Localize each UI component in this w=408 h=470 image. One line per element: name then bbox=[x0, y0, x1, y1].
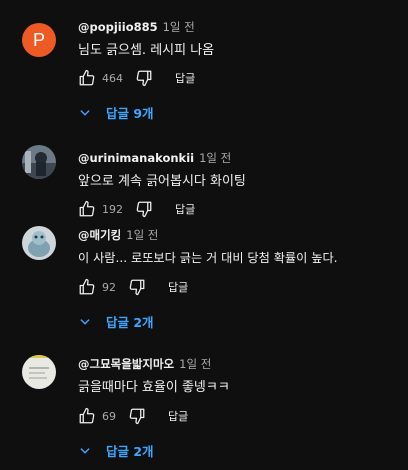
replies-count-label: 답글 9개 bbox=[106, 106, 154, 121]
thumbs-up-icon bbox=[78, 407, 96, 425]
thumbs-up-icon bbox=[78, 200, 96, 218]
comment-text: 님도 긁으셈. 레시피 나옴 bbox=[78, 43, 215, 58]
like-count: 464 bbox=[102, 71, 123, 85]
chevron-down-icon bbox=[78, 444, 92, 458]
comment-header: @urinimanakonkii 1일 전 bbox=[78, 150, 231, 166]
comment-actions: 464 답글 bbox=[78, 66, 195, 90]
comment-header: @그묘목을밟지마오 1일 전 bbox=[78, 356, 211, 372]
comment-text: 앞으로 계속 긁어봅시다 화이팅 bbox=[78, 174, 246, 189]
replies-count-label: 답글 2개 bbox=[106, 444, 154, 459]
view-replies-button[interactable]: 답글 2개 bbox=[78, 441, 154, 460]
like-count: 69 bbox=[102, 409, 116, 423]
thumbs-down-icon bbox=[128, 407, 146, 425]
like-count: 92 bbox=[102, 280, 116, 294]
timestamp[interactable]: 1일 전 bbox=[199, 151, 231, 165]
author-name[interactable]: @매기킹 bbox=[78, 228, 121, 242]
like-button[interactable]: 69 bbox=[78, 407, 116, 425]
like-count: 192 bbox=[102, 202, 123, 216]
dislike-button[interactable] bbox=[135, 69, 153, 87]
thumbs-up-icon bbox=[78, 69, 96, 87]
reply-button[interactable]: 답글 bbox=[175, 201, 195, 217]
view-replies-button[interactable]: 답글 9개 bbox=[78, 103, 154, 122]
chevron-down-icon bbox=[78, 315, 92, 329]
avatar[interactable] bbox=[22, 355, 56, 389]
comment-header: @popjiio885 1일 전 bbox=[78, 19, 195, 35]
dislike-button[interactable] bbox=[128, 407, 146, 425]
chevron-down-icon bbox=[78, 106, 92, 120]
timestamp[interactable]: 1일 전 bbox=[179, 357, 211, 371]
comment-actions: 92 답글 bbox=[78, 275, 188, 299]
comment-actions: 192 답글 bbox=[78, 197, 195, 221]
comment-text: 이 사람... 로또보다 긁는 거 대비 당첨 확률이 높다. bbox=[78, 251, 338, 265]
comment-text: 긁을때마다 효율이 좋넹ㅋㅋ bbox=[78, 380, 230, 395]
author-name[interactable]: @popjiio885 bbox=[78, 20, 158, 34]
thumbs-down-icon bbox=[128, 278, 146, 296]
avatar[interactable]: P bbox=[22, 23, 56, 57]
comment-header: @매기킹 1일 전 bbox=[78, 227, 158, 243]
reply-button[interactable]: 답글 bbox=[168, 279, 188, 295]
replies-count-label: 답글 2개 bbox=[106, 315, 154, 330]
dislike-button[interactable] bbox=[128, 278, 146, 296]
timestamp[interactable]: 1일 전 bbox=[126, 228, 158, 242]
dislike-button[interactable] bbox=[135, 200, 153, 218]
view-replies-button[interactable]: 답글 2개 bbox=[78, 312, 154, 331]
avatar[interactable] bbox=[22, 145, 56, 179]
timestamp[interactable]: 1일 전 bbox=[163, 20, 195, 34]
comment-actions: 69 답글 bbox=[78, 404, 188, 428]
like-button[interactable]: 464 bbox=[78, 69, 123, 87]
like-button[interactable]: 192 bbox=[78, 200, 123, 218]
author-name[interactable]: @그묘목을밟지마오 bbox=[78, 357, 174, 371]
reply-button[interactable]: 답글 bbox=[175, 70, 195, 86]
like-button[interactable]: 92 bbox=[78, 278, 116, 296]
thumbs-up-icon bbox=[78, 278, 96, 296]
reply-button[interactable]: 답글 bbox=[168, 408, 188, 424]
thumbs-down-icon bbox=[135, 200, 153, 218]
author-name[interactable]: @urinimanakonkii bbox=[78, 151, 194, 165]
thumbs-down-icon bbox=[135, 69, 153, 87]
avatar[interactable] bbox=[22, 226, 56, 260]
